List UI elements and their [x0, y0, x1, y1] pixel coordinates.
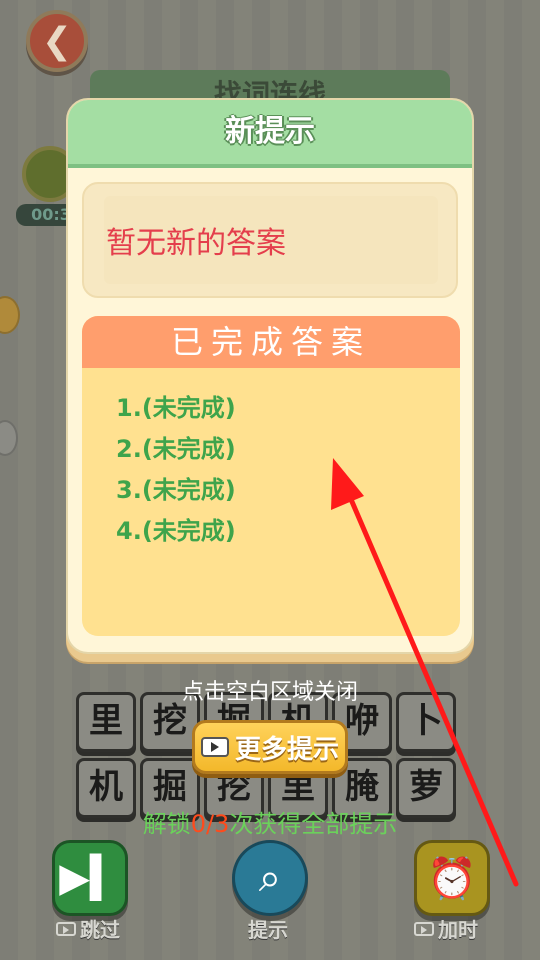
skip-label: 跳过	[80, 918, 120, 942]
answer-item: 3.(未完成)	[116, 476, 236, 504]
hint-label: 提示	[248, 918, 288, 942]
time-label: 加时	[438, 918, 478, 942]
new-hint-text: 暂无新的答案	[106, 226, 286, 261]
answer-list: 1.(未完成) 2.(未完成) 3.(未完成) 4.(未完成)	[116, 388, 236, 552]
video-camera-icon	[200, 737, 229, 757]
add-time-button[interactable]: ⏰	[414, 840, 490, 916]
time-label-group: 加时	[414, 914, 478, 943]
alarm-clock-icon: ⏰	[427, 855, 477, 902]
hint-button[interactable]: ⌕	[232, 840, 308, 916]
skip-forward-icon: ▶▍	[59, 855, 121, 901]
more-hints-label: 更多提示	[234, 734, 339, 765]
video-camera-icon	[414, 921, 434, 936]
more-hints-button[interactable]: 更多提示	[192, 720, 348, 774]
skip-label-group: 跳过	[56, 914, 120, 943]
answer-item: 1.(未完成)	[116, 394, 236, 422]
unlock-progress-text: 解锁0/3次获得全部提示	[0, 804, 540, 839]
back-button[interactable]: ❮	[26, 10, 88, 72]
dialog-title: 新提示	[68, 100, 472, 164]
answer-item: 2.(未完成)	[116, 435, 236, 463]
unlock-suffix: 次获得全部提示	[229, 810, 398, 838]
side-button[interactable]	[0, 420, 18, 456]
skip-button[interactable]: ▶▍	[52, 840, 128, 916]
unlock-count: 0/3	[190, 810, 230, 838]
new-hint-panel: 暂无新的答案	[82, 182, 458, 298]
unlock-prefix: 解锁	[142, 810, 191, 838]
new-hint-dialog: 新提示 暂无新的答案 已完成答案 1.(未完成) 2.(未完成) 3.(未完成)…	[66, 98, 474, 654]
answer-item: 4.(未完成)	[116, 517, 236, 545]
completed-answers-panel: 已完成答案 1.(未完成) 2.(未完成) 3.(未完成) 4.(未完成)	[82, 316, 460, 636]
arrow-left-icon: ❮	[41, 20, 73, 62]
close-hint-text: 点击空白区域关闭	[181, 680, 358, 705]
magnifier-icon: ⌕	[258, 855, 282, 901]
video-camera-icon	[56, 921, 76, 936]
side-badge[interactable]	[0, 296, 20, 334]
completed-answers-title: 已完成答案	[82, 316, 460, 368]
